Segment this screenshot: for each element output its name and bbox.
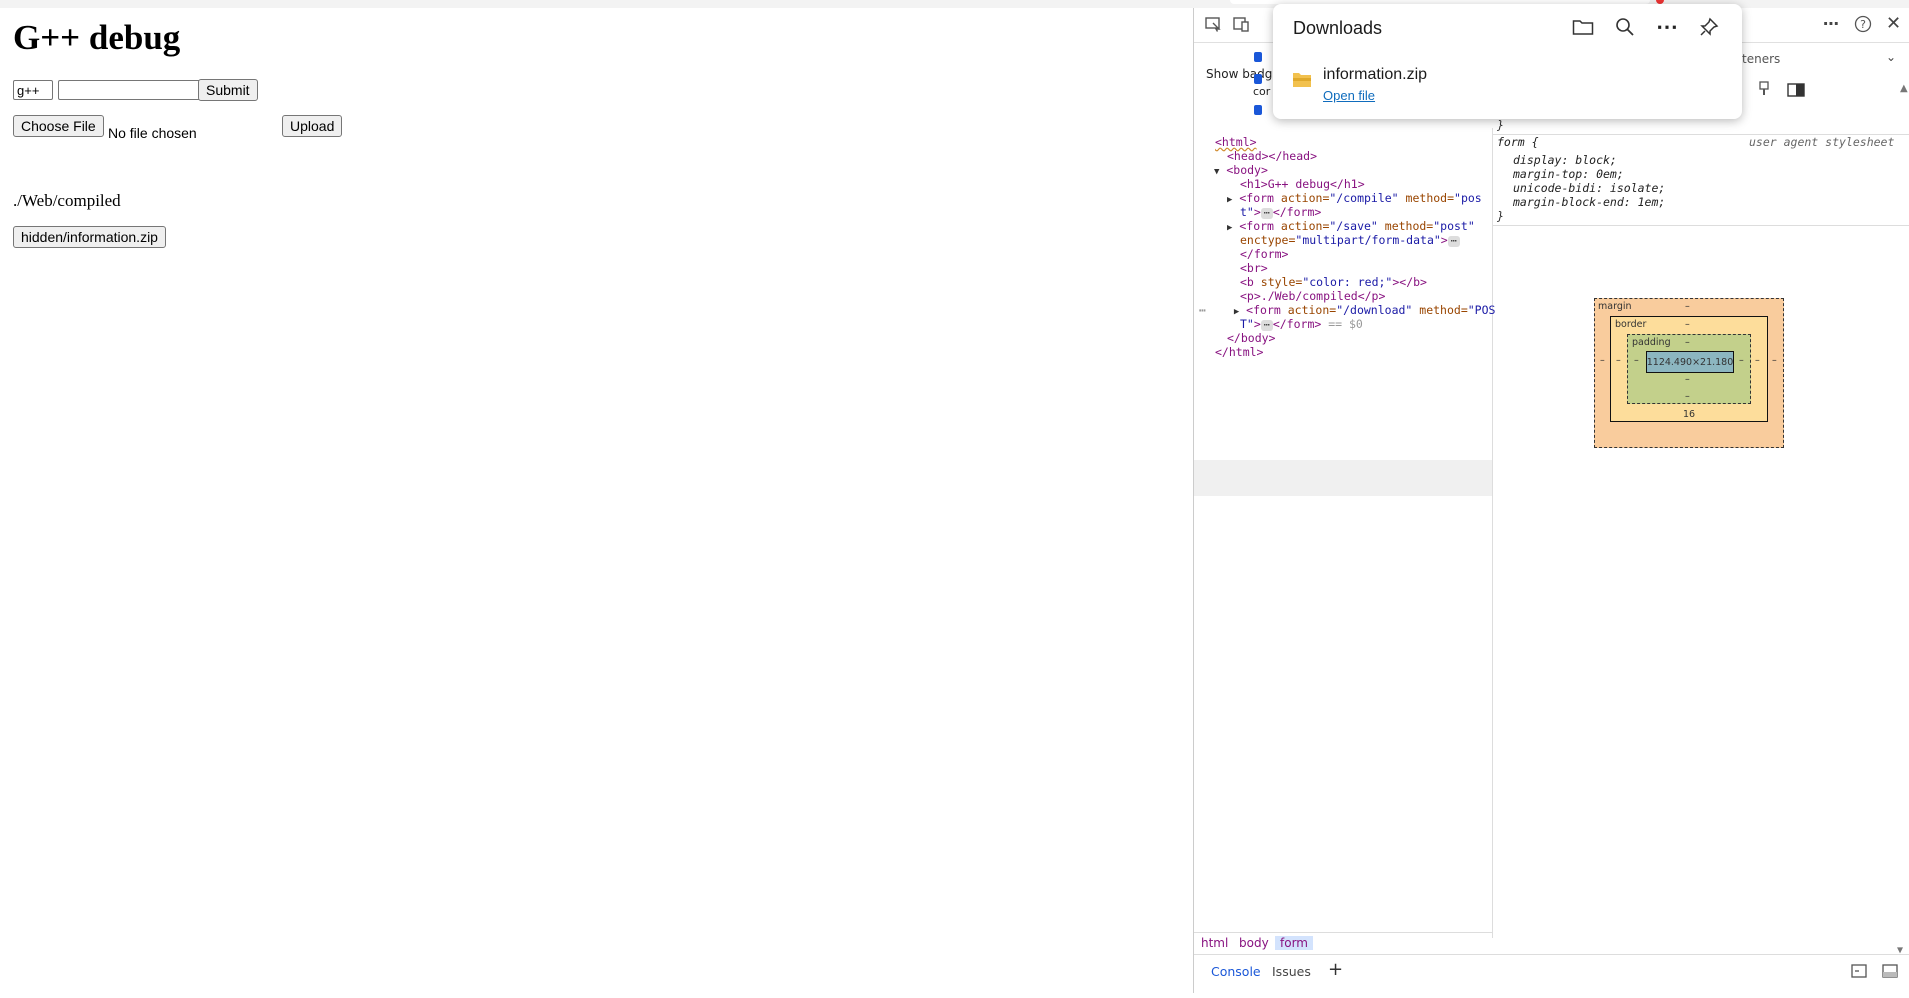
box-content[interactable]: 1124.490×21.180 — [1646, 351, 1734, 373]
border-left-value[interactable]: – — [1616, 355, 1621, 366]
web-page: G++ debug Submit Choose File No file cho… — [5, 8, 1194, 993]
badge-checkbox-1[interactable] — [1254, 52, 1262, 62]
padding-right-value[interactable]: – — [1739, 355, 1744, 366]
submit-button[interactable]: Submit — [198, 79, 258, 101]
help-icon[interactable]: ? — [1854, 15, 1872, 37]
undock-icon[interactable] — [1882, 964, 1898, 981]
download-filename[interactable]: information.zip — [1323, 66, 1427, 84]
upload-button[interactable]: Upload — [282, 115, 343, 137]
style-decl[interactable]: display: block; — [1513, 153, 1617, 167]
downloads-title: Downloads — [1293, 18, 1383, 38]
open-file-link[interactable]: Open file — [1323, 88, 1375, 103]
style-decl[interactable]: margin-top: 0em; — [1513, 167, 1624, 181]
rule-source: user agent stylesheet — [1749, 135, 1895, 149]
collapse-triangle-icon[interactable]: ▶ — [1227, 223, 1232, 233]
scroll-up-icon[interactable]: ▲ — [1900, 83, 1908, 94]
compiled-path-text: ./Web/compiled — [13, 191, 121, 210]
breadcrumb-body[interactable]: body — [1239, 936, 1269, 950]
device-toolbar-icon[interactable] — [1232, 15, 1250, 37]
selected-node-highlight — [1194, 460, 1492, 496]
zip-folder-icon — [1292, 71, 1312, 93]
dom-line-html-end[interactable]: </html> — [1215, 344, 1263, 361]
expand-triangle-icon[interactable]: ▼ — [1214, 167, 1219, 177]
badge-checkbox-2[interactable] — [1254, 74, 1262, 84]
margin-label: margin — [1598, 301, 1632, 312]
download-button[interactable]: hidden/information.zip — [13, 226, 166, 248]
padding-top-value[interactable]: – — [1685, 337, 1690, 348]
drawer-tabbar: Console Issues + — [1194, 954, 1909, 998]
border-right-value[interactable]: – — [1755, 355, 1760, 366]
page-title: G++ debug — [13, 18, 181, 57]
margin-bottom-value[interactable]: 16 — [1683, 409, 1695, 420]
node-actions-icon[interactable]: ⋯ — [1199, 303, 1206, 317]
folder-icon[interactable] — [1570, 14, 1596, 40]
margin-right-value[interactable]: – — [1772, 355, 1777, 366]
elements-tree: <html> <head></head> ▼ <body> <h1>G++ de… — [1194, 128, 1495, 938]
inspect-element-icon[interactable] — [1204, 15, 1222, 37]
rule-divider — [1493, 225, 1909, 226]
close-devtools-icon[interactable]: ✕ — [1886, 13, 1901, 34]
breadcrumb: html body form — [1194, 932, 1492, 955]
paint-icon[interactable] — [1757, 81, 1771, 101]
downloads-flyout: Downloads ⋯ information.zip Open file — [1273, 4, 1742, 119]
svg-text:?: ? — [1860, 18, 1866, 31]
more-icon[interactable]: ⋯ — [1654, 14, 1680, 40]
devtools-panel: ⋯ ? ✕ Show badges cor teners ⌄ ▲ <html> … — [1194, 8, 1909, 998]
command-input[interactable] — [13, 80, 53, 100]
border-bottom-value[interactable]: – — [1685, 391, 1690, 402]
choose-file-button[interactable]: Choose File — [13, 115, 104, 137]
file-status-text: No file chosen — [108, 125, 197, 141]
breadcrumb-html[interactable]: html — [1201, 936, 1228, 950]
tab-issues[interactable]: Issues — [1272, 964, 1311, 979]
pin-icon[interactable] — [1696, 14, 1722, 40]
badge-checkbox-3[interactable] — [1254, 105, 1262, 115]
more-options-icon[interactable]: ⋯ — [1823, 14, 1839, 33]
padding-left-value[interactable]: – — [1634, 355, 1639, 366]
chevron-down-icon[interactable]: ⌄ — [1886, 50, 1896, 64]
ellipsis-badge[interactable]: ⋯ — [1447, 236, 1460, 247]
collapse-triangle-icon[interactable]: ▶ — [1234, 307, 1239, 317]
dock-icon[interactable] — [1851, 964, 1867, 981]
sidebar-toggle-icon[interactable] — [1787, 82, 1805, 101]
rule-close-brace: } — [1497, 209, 1504, 223]
breadcrumb-form[interactable]: form — [1275, 936, 1313, 950]
collapse-triangle-icon[interactable]: ▶ — [1227, 195, 1232, 205]
padding-label: padding — [1632, 337, 1671, 348]
search-icon[interactable] — [1612, 14, 1638, 40]
event-listeners-tab[interactable]: teners — [1742, 52, 1780, 66]
partial-label: cor — [1253, 85, 1271, 98]
style-decl[interactable]: unicode-bidi: isolate; — [1513, 181, 1665, 195]
margin-top-value[interactable]: – — [1685, 301, 1690, 312]
border-top-value[interactable]: – — [1685, 319, 1690, 330]
styles-pane: } form { user agent stylesheet display: … — [1493, 118, 1909, 956]
style-decl[interactable]: margin-block-end: 1em; — [1513, 195, 1665, 209]
rule-close-brace: } — [1497, 118, 1504, 132]
tab-console[interactable]: Console — [1211, 964, 1261, 979]
padding-bottom-value[interactable]: – — [1685, 374, 1690, 385]
rule-selector[interactable]: form { — [1497, 135, 1539, 149]
border-label: border — [1615, 319, 1647, 330]
margin-left-value[interactable]: – — [1600, 355, 1605, 366]
add-tab-button[interactable]: + — [1328, 959, 1343, 980]
